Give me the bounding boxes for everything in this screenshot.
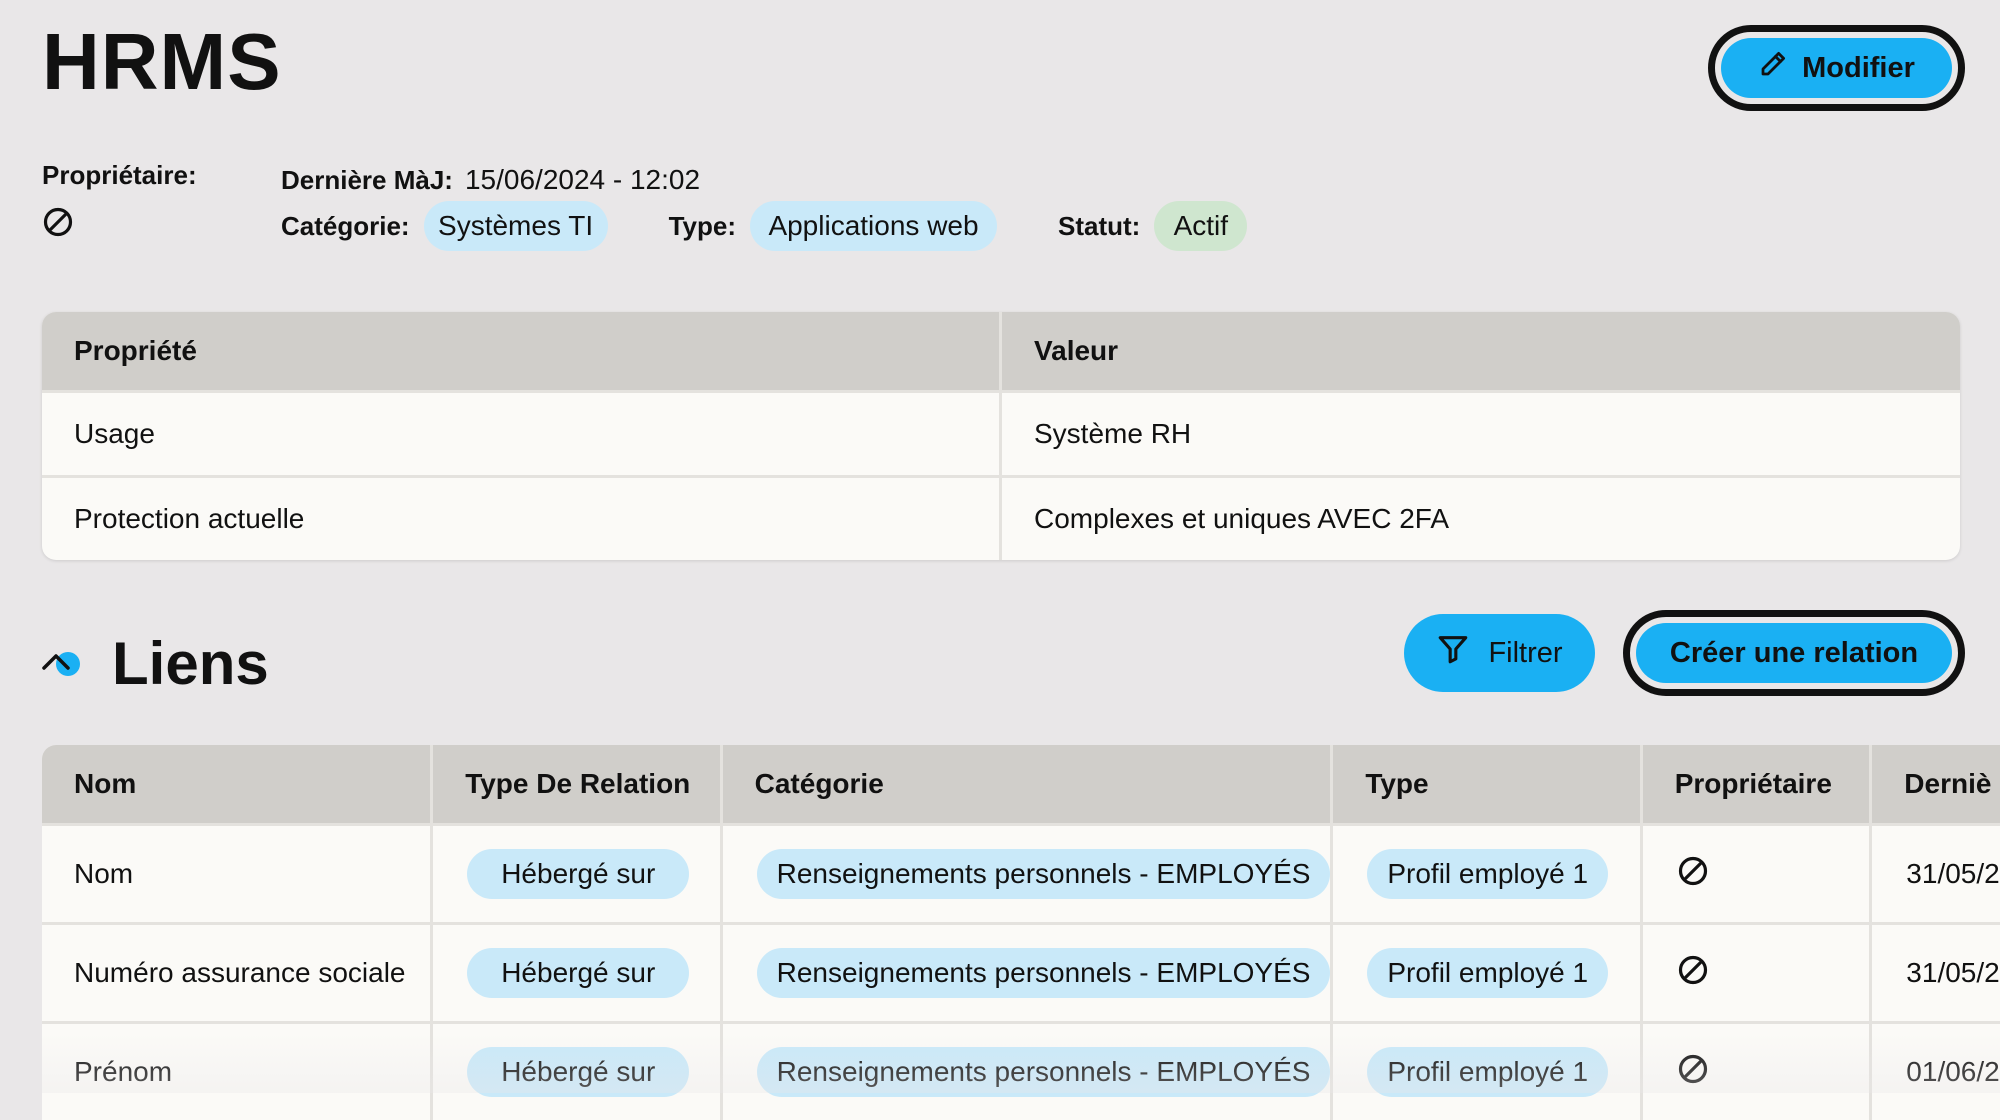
property-name: Usage <box>42 393 1002 475</box>
status-label: Statut: <box>1058 210 1141 241</box>
type-badge: Profil employé 1 <box>1367 948 1609 998</box>
table-row: Protection actuelle Complexes et uniques… <box>42 475 1960 560</box>
property-value: Complexes et uniques AVEC 2FA <box>1034 503 1450 534</box>
relation-cell: Hébergé sur <box>433 925 723 1021</box>
type-label: Type: <box>668 210 736 241</box>
page: HRMS Modifier Propriétaire: Dernière MàJ… <box>0 0 2000 1120</box>
column-header-owner[interactable]: Propriétaire <box>1643 745 1873 823</box>
relation-cell: Hébergé sur <box>433 1024 723 1120</box>
column-header-property[interactable]: Propriété <box>42 312 1002 390</box>
table-row[interactable]: Nom Hébergé sur Renseignements personnel… <box>42 823 2000 922</box>
filter-icon <box>1436 632 1470 674</box>
column-header-relation-type[interactable]: Type De Relation <box>433 745 723 823</box>
no-owner-icon <box>42 206 74 238</box>
category-badge: Renseignements personnels - EMPLOYÉS <box>756 849 1331 899</box>
filter-button-label: Filtrer <box>1488 636 1563 669</box>
properties-table-header: Propriété Valeur <box>42 312 1960 390</box>
category-cell: Renseignements personnels - EMPLOYÉS <box>723 826 1334 922</box>
relation-badge: Hébergé sur <box>467 1047 690 1097</box>
create-relation-button[interactable]: Créer une relation <box>1623 610 1965 696</box>
link-name: Prénom <box>42 1024 434 1120</box>
edit-button[interactable]: Modifier <box>1708 25 1965 111</box>
edit-button-inner[interactable]: Modifier <box>1721 38 1952 98</box>
type-cell: Profil employé 1 <box>1333 925 1643 1021</box>
category-cell: Renseignements personnels - EMPLOYÉS <box>723 1024 1334 1120</box>
last-updated-cell: 01/06/2 <box>1906 1056 2000 1087</box>
last-updated-value: 15/06/2024 - 12:02 <box>464 164 701 195</box>
links-table-header: Nom Type De Relation Catégorie Type Prop… <box>42 745 2000 823</box>
link-name: Nom <box>42 826 434 922</box>
owner-cell <box>1643 925 1873 1021</box>
type-cell: Profil employé 1 <box>1333 826 1643 922</box>
category-badge: Systèmes TI <box>423 201 608 251</box>
link-name: Numéro assurance sociale <box>42 925 434 1021</box>
property-name: Protection actuelle <box>42 478 1002 560</box>
relation-badge: Hébergé sur <box>467 849 690 899</box>
links-title: Liens <box>112 630 269 697</box>
type-cell: Profil employé 1 <box>1333 1024 1643 1120</box>
create-relation-button-inner[interactable]: Créer une relation <box>1636 623 1952 683</box>
category-badge: Renseignements personnels - EMPLOYÉS <box>756 948 1331 998</box>
no-owner-icon <box>1677 954 1709 993</box>
category-label: Catégorie: <box>281 210 410 241</box>
last-updated-cell: 31/05/2 <box>1906 858 2000 889</box>
owner-cell <box>1643 1024 1873 1120</box>
type-badge: Profil employé 1 <box>1367 1047 1609 1097</box>
owner-cell <box>1643 826 1873 922</box>
category-cell: Renseignements personnels - EMPLOYÉS <box>723 925 1334 1021</box>
table-row: Usage Système RH <box>42 390 1960 475</box>
column-header-last-updated[interactable]: Derniè <box>1872 745 2000 823</box>
filter-button[interactable]: Filtrer <box>1404 614 1595 692</box>
page-title: HRMS <box>42 17 282 106</box>
pencil-icon <box>1758 49 1788 87</box>
last-updated-label: Dernière MàJ: <box>281 164 453 195</box>
chevron-up-icon[interactable] <box>40 644 84 685</box>
owner-label: Propriétaire: <box>42 160 197 190</box>
column-header-value[interactable]: Valeur <box>1002 312 1960 390</box>
edit-button-label: Modifier <box>1802 51 1915 84</box>
links-table: Nom Type De Relation Catégorie Type Prop… <box>42 745 2000 1120</box>
type-badge: Profil employé 1 <box>1367 849 1609 899</box>
type-badge: Applications web <box>750 201 997 251</box>
properties-table: Propriété Valeur Usage Système RH Protec… <box>42 312 1960 560</box>
last-updated: Dernière MàJ: 15/06/2024 - 12:02 <box>281 162 700 198</box>
no-owner-icon <box>1677 855 1709 894</box>
column-header-category[interactable]: Catégorie <box>723 745 1334 823</box>
last-updated-cell: 31/05/2 <box>1906 957 2000 988</box>
links-section-header: Liens <box>40 628 269 700</box>
classification-row: Catégorie: Systèmes TI Type: Application… <box>281 200 1248 252</box>
property-value: Système RH <box>1034 418 1192 449</box>
no-owner-icon <box>1677 1053 1709 1092</box>
relation-badge: Hébergé sur <box>467 948 690 998</box>
relation-cell: Hébergé sur <box>433 826 723 922</box>
status-badge: Actif <box>1154 201 1248 251</box>
table-row[interactable]: Prénom Hébergé sur Renseignements person… <box>42 1021 2000 1120</box>
create-relation-label: Créer une relation <box>1669 636 1919 669</box>
table-row[interactable]: Numéro assurance sociale Hébergé sur Ren… <box>42 922 2000 1021</box>
column-header-name[interactable]: Nom <box>42 745 434 823</box>
column-header-type[interactable]: Type <box>1333 745 1643 823</box>
category-badge: Renseignements personnels - EMPLOYÉS <box>756 1047 1331 1097</box>
